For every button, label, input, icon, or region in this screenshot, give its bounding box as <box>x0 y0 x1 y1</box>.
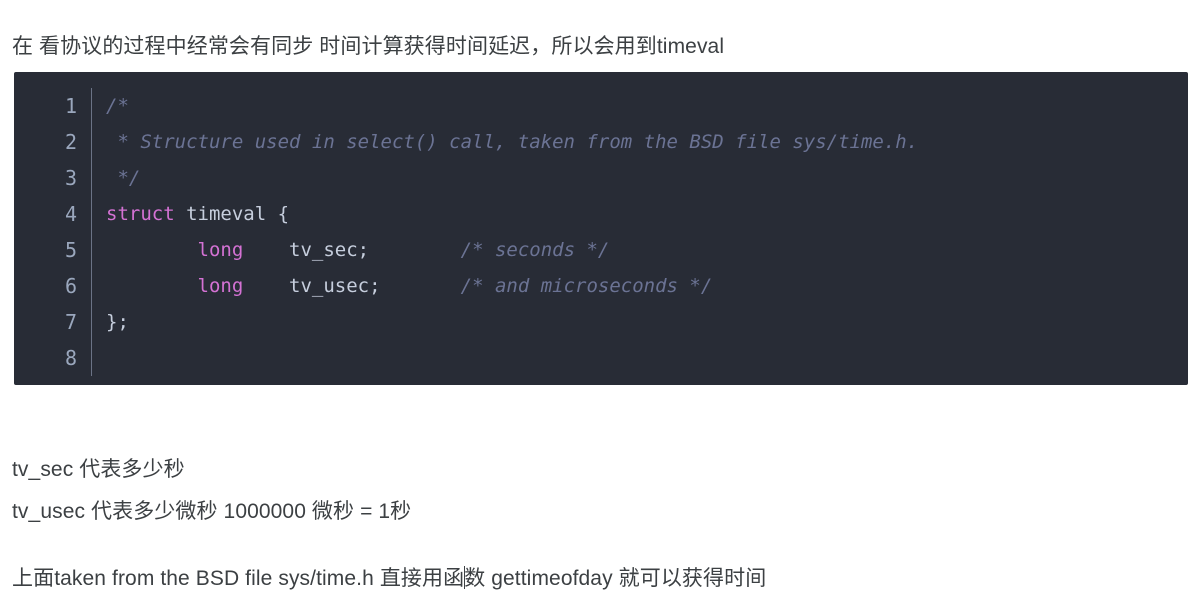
code-token-keyword: long <box>197 275 244 297</box>
code-line-number: 2 <box>64 130 77 154</box>
code-line-number-gutter: 1 2 3 4 5 6 7 8 <box>14 88 92 376</box>
code-token-comment: /* and microseconds */ <box>460 275 713 297</box>
code-token-comment: /* seconds */ <box>460 239 610 261</box>
code-token-keyword: struct <box>106 203 175 225</box>
article-page: 在 看协议的过程中经常会有同步 时间计算获得时间延迟，所以会用到timeval … <box>0 0 1193 590</box>
code-token-comment: /* <box>106 95 129 117</box>
code-line-number: 4 <box>64 202 77 226</box>
code-line: }; <box>106 304 1188 340</box>
code-block-inner: 1 2 3 4 5 6 7 8 /* * Structure used in select()… <box>14 72 1188 376</box>
code-line: long tv_sec; /* seconds */ <box>106 232 1188 268</box>
code-line: struct timeval { <box>106 196 1188 232</box>
code-line-number: 5 <box>64 238 77 262</box>
code-token-plain: tv_sec; <box>243 239 461 261</box>
intro-paragraph: 在 看协议的过程中经常会有同步 时间计算获得时间延迟，所以会用到timeval <box>12 35 725 58</box>
code-line-number: 8 <box>64 346 77 370</box>
footer-paragraph: 上面taken from the BSD file sys/time.h 直接用… <box>12 564 766 594</box>
code-line: /* <box>106 88 1188 124</box>
code-line-number: 1 <box>64 94 77 118</box>
code-block[interactable]: 1 2 3 4 5 6 7 8 /* * Structure used in select()… <box>14 72 1188 385</box>
code-token-plain: }; <box>106 311 129 333</box>
code-line-number: 3 <box>64 166 77 190</box>
code-line: long tv_usec; /* and microseconds */ <box>106 268 1188 304</box>
code-line-number: 6 <box>64 274 77 298</box>
code-content[interactable]: /* * Structure used in select() call, ta… <box>92 88 1188 376</box>
code-token-keyword: long <box>197 239 244 261</box>
code-token-comment: * Structure used in select() call, taken… <box>106 131 919 153</box>
code-line-number: 7 <box>64 310 77 334</box>
code-line: */ <box>106 160 1188 196</box>
code-token-plain: tv_usec; <box>243 275 461 297</box>
code-token-plain: timeval { <box>174 203 290 225</box>
note-tv-sec: tv_sec 代表多少秒 <box>12 458 185 481</box>
code-line: * Structure used in select() call, taken… <box>106 124 1188 160</box>
note-tv-usec: tv_usec 代表多少微秒 1000000 微秒 = 1秒 <box>12 500 412 523</box>
code-token-comment: */ <box>106 167 141 189</box>
